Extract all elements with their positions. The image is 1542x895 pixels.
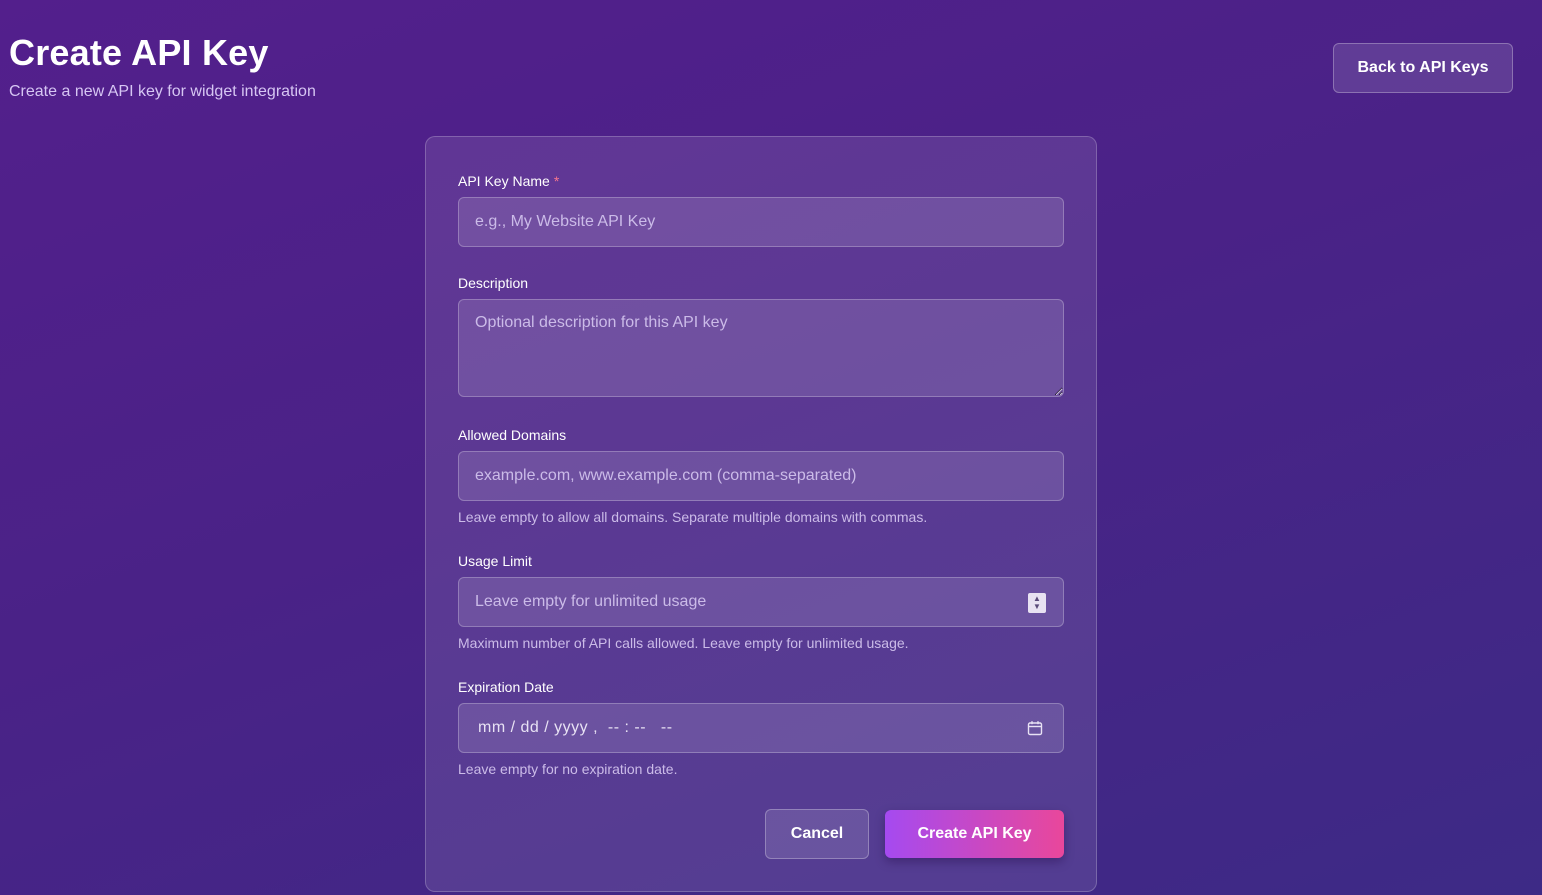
expiration-date-placeholder: mm / dd / yyyy , -- : -- -- [478,719,673,736]
expiration-date-help: Leave empty for no expiration date. [458,761,678,777]
allowed-domains-label: Allowed Domains [458,427,567,443]
api-key-name-label-text: API Key Name [458,173,550,189]
api-key-name-label: API Key Name * [458,172,559,190]
calendar-icon[interactable] [1027,720,1043,736]
api-key-name-input[interactable] [458,197,1064,247]
description-textarea[interactable] [458,299,1064,397]
create-api-key-button[interactable]: Create API Key [885,810,1064,858]
allowed-domains-input[interactable] [458,451,1064,501]
usage-limit-help: Maximum number of API calls allowed. Lea… [458,635,909,651]
usage-limit-input[interactable] [458,577,1064,627]
back-to-api-keys-button[interactable]: Back to API Keys [1333,43,1513,93]
expiration-date-input[interactable]: mm / dd / yyyy , -- : -- -- [458,703,1064,753]
description-label: Description [458,275,529,291]
page-title: Create API Key [9,32,269,73]
required-indicator: * [553,173,560,189]
usage-limit-stepper[interactable]: ▲ ▼ [1028,593,1046,613]
usage-limit-label: Usage Limit [458,553,532,569]
allowed-domains-help: Leave empty to allow all domains. Separa… [458,509,928,525]
expiration-date-label: Expiration Date [458,679,554,695]
page-subtitle: Create a new API key for widget integrat… [9,83,316,100]
chevron-down-icon[interactable]: ▼ [1033,603,1041,611]
create-api-key-form: API Key Name* Description Allowed Domain… [425,136,1097,892]
cancel-button[interactable]: Cancel [765,809,869,859]
